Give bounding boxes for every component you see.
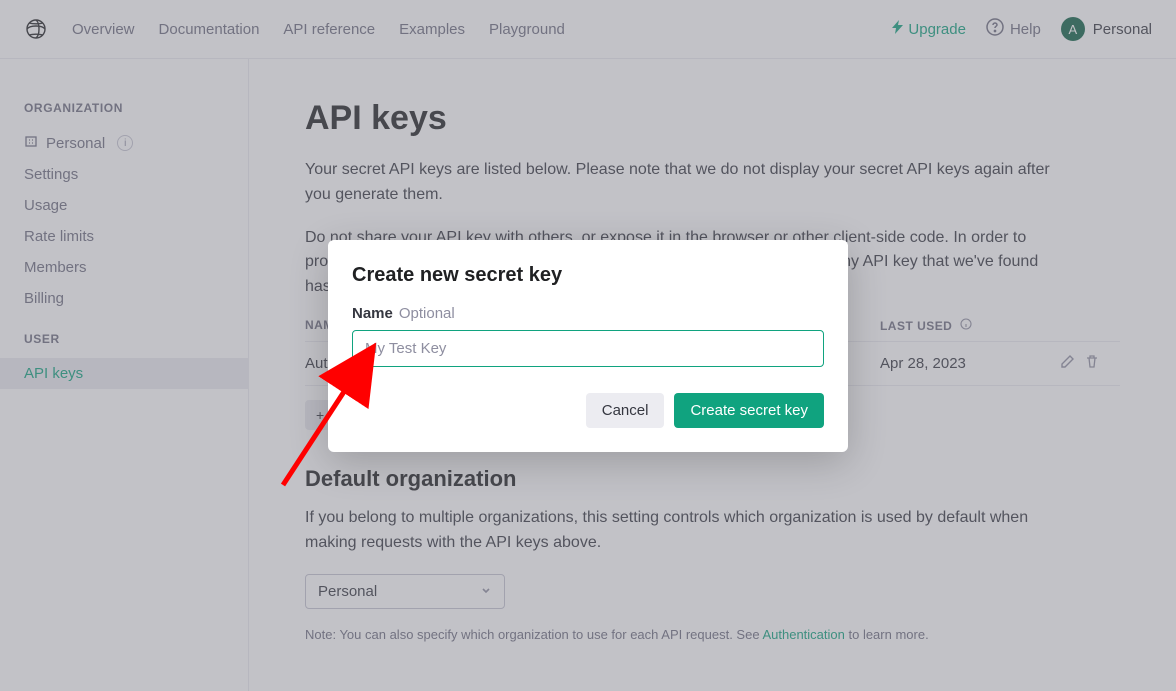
key-name-input[interactable] (352, 330, 824, 367)
optional-label: Optional (399, 305, 455, 322)
create-secret-key-button[interactable]: Create secret key (674, 393, 824, 428)
modal-title: Create new secret key (352, 264, 824, 287)
create-key-modal: Create new secret key NameOptional Cance… (328, 240, 848, 452)
name-field-label: NameOptional (352, 305, 824, 322)
cancel-button[interactable]: Cancel (586, 393, 665, 428)
